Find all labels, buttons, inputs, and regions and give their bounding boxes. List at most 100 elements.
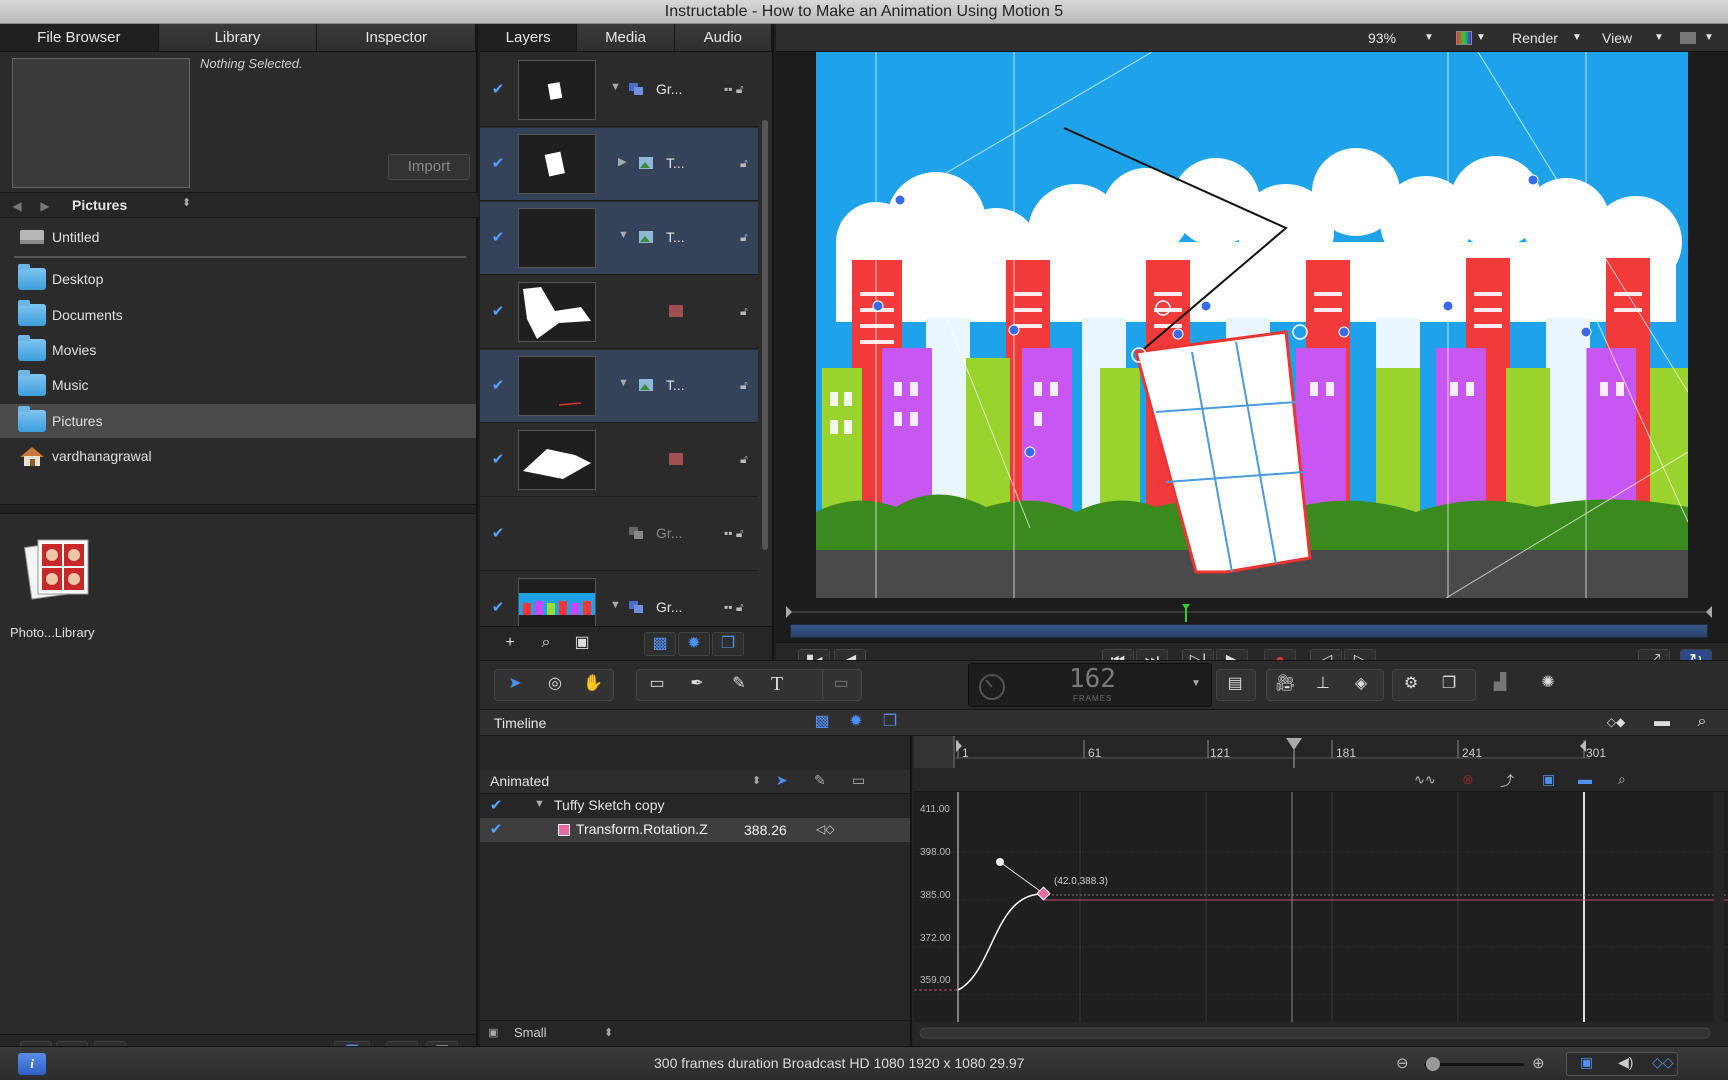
zoom-icon[interactable]: ⌕ <box>1618 771 1626 788</box>
render-menu[interactable]: Render <box>1512 30 1558 46</box>
disclosure-triangle-icon[interactable]: ▶ <box>618 155 626 168</box>
render-menu-arrow-icon[interactable]: ▼ <box>1572 32 1582 43</box>
pan-hand-icon[interactable]: ✋ <box>577 673 609 697</box>
behaviors-gear-icon[interactable]: ⚙ <box>1395 673 1427 697</box>
generator-icon[interactable]: ◈ <box>1345 673 1377 697</box>
lock-icon[interactable]: ▪▪ 🔓︎ <box>724 526 744 541</box>
disclosure-triangle-icon[interactable]: ▼ <box>618 377 629 389</box>
sidebar-item-home[interactable]: vardhanagrawal <box>0 439 476 473</box>
animation-frame[interactable] <box>816 52 1688 598</box>
tab-file-browser[interactable]: File Browser <box>0 24 159 51</box>
canvas-viewport[interactable] <box>816 52 1688 598</box>
3d-transform-icon[interactable]: ◎ <box>539 673 571 697</box>
layer-enable-checkbox[interactable]: ✔ <box>490 230 506 246</box>
import-button[interactable]: Import <box>388 154 470 180</box>
lock-icon[interactable]: 🔓︎ <box>740 156 748 171</box>
sidebar-item-untitled[interactable]: Untitled <box>0 220 476 254</box>
snap-icon[interactable]: ▬ <box>1646 711 1678 735</box>
particles-icon[interactable]: ✺ <box>1532 672 1564 696</box>
layer-enable-checkbox[interactable]: ✔ <box>490 452 506 468</box>
layers-scrollbar[interactable] <box>762 120 768 550</box>
path-popup-label[interactable]: Pictures <box>72 197 127 213</box>
snapshot-icon[interactable]: ▣ <box>1542 771 1555 788</box>
layer-row[interactable]: ✔ ▼ Gr... ▪▪ 🔓︎ <box>480 572 758 630</box>
layer-row[interactable]: ✔ Gr... ▪▪ 🔓︎ <box>480 498 758 571</box>
layer-row[interactable]: ✔ ▼ T... 🔓︎ <box>480 202 758 275</box>
filters-filter-icon[interactable]: ❐ <box>712 632 744 656</box>
size-popup-arrows-icon[interactable]: ⬍ <box>604 1026 613 1039</box>
bezier-pen-icon[interactable]: ✒ <box>681 673 713 697</box>
sidebar-item-desktop[interactable]: Desktop <box>0 262 476 296</box>
back-arrow-icon[interactable]: ◀ <box>8 197 26 215</box>
thumbnail-size-icon[interactable]: ▣ <box>488 1026 498 1039</box>
layer-enable-checkbox[interactable]: ✔ <box>490 82 506 98</box>
add-layer-icon[interactable]: + <box>494 632 526 656</box>
channels-popup-arrow-icon[interactable]: ▼ <box>1476 32 1486 43</box>
fit-curves-icon[interactable]: ▬ <box>1578 771 1592 787</box>
tab-layers[interactable]: Layers <box>480 24 578 51</box>
layer-row[interactable]: ✔ ▼ T... 🔓︎ <box>480 350 758 423</box>
color-channels-icon[interactable] <box>1456 31 1472 45</box>
behaviors-filter-icon[interactable]: ✹ <box>678 632 710 656</box>
text-tool-icon[interactable]: T <box>761 673 793 697</box>
info-icon[interactable]: i <box>18 1053 46 1075</box>
layer-enable-checkbox[interactable]: ✔ <box>490 378 506 394</box>
layer-row[interactable]: ✔ ▼ Gr... ▪▪ 🔓︎ <box>480 54 758 127</box>
pencil-icon[interactable]: ✎ <box>814 772 826 789</box>
disclosure-triangle-icon[interactable]: ▼ <box>618 229 629 241</box>
sidebar-item-pictures[interactable]: Pictures <box>0 404 476 438</box>
curve-track-row[interactable]: ✔ ▼ Tuffy Sketch copy <box>480 794 910 818</box>
tab-media[interactable]: Media <box>577 24 675 51</box>
keyframe-editor-icon[interactable]: ◇◇ <box>1652 1054 1674 1071</box>
curve-graph[interactable] <box>914 792 1728 1046</box>
layer-row[interactable]: ✔ 🔓︎ <box>480 276 758 349</box>
preview-toggle-icon[interactable]: ▣ <box>566 632 598 656</box>
light-icon[interactable]: ⊥ <box>1307 673 1339 697</box>
lock-icon[interactable]: 🔓︎ <box>740 378 748 393</box>
sidebar-item-movies[interactable]: Movies <box>0 333 476 367</box>
frame-format-popup-arrow-icon[interactable]: ▼ <box>1191 678 1201 689</box>
pane-splitter[interactable] <box>0 504 476 514</box>
video-timeline-icon[interactable]: ▣ <box>1580 1054 1593 1071</box>
layer-enable-checkbox[interactable]: ✔ <box>490 156 506 172</box>
zoom-icon[interactable]: ⌕ <box>1686 711 1718 735</box>
filters-filter-icon[interactable]: ❐ <box>874 711 906 735</box>
audio-timeline-icon[interactable]: ◀) <box>1618 1054 1633 1071</box>
select-arrow-icon[interactable]: ➤ <box>499 673 531 697</box>
mask-filter-icon[interactable]: ▩ <box>806 711 838 735</box>
curve-track-row[interactable]: ✔ Transform.Rotation.Z 388.26 ◁◇ <box>480 818 910 842</box>
lock-icon[interactable]: 🔓︎ <box>740 230 748 245</box>
forward-arrow-icon[interactable]: ▶ <box>36 197 54 215</box>
zoom-in-icon[interactable]: ⊕ <box>1532 1054 1545 1072</box>
curve-editor[interactable]: ∿∿ ⊗ ⤴ ▣ ▬ ⌕ 411.00 398.00 385.00 372.00… <box>914 768 1728 1046</box>
curve-filter-arrows-icon[interactable]: ⬍ <box>752 774 761 787</box>
zoom-popup-arrow-icon[interactable]: ▼ <box>1424 32 1434 43</box>
mask-filter-icon[interactable]: ▩ <box>644 632 676 656</box>
camera-icon[interactable]: 🎥︎ <box>1269 673 1301 697</box>
make-clone-icon[interactable]: ▟ <box>1484 672 1516 696</box>
disclosure-triangle-icon[interactable]: ▼ <box>610 81 621 93</box>
disclosure-triangle-icon[interactable]: ▼ <box>534 798 545 810</box>
mini-timeline-bar[interactable] <box>790 624 1708 638</box>
sidebar-item-documents[interactable]: Documents <box>0 298 476 332</box>
curve-filter-popup[interactable]: Animated <box>490 773 549 789</box>
filters-icon[interactable]: ❐ <box>1433 673 1465 697</box>
mini-timeline-ruler[interactable] <box>786 602 1712 622</box>
layer-row[interactable]: ✔ ▶ T... 🔓︎ <box>480 128 758 201</box>
track-value[interactable]: 388.26 <box>744 822 787 838</box>
tab-audio[interactable]: Audio <box>675 24 772 51</box>
track-enable-checkbox[interactable]: ✔ <box>488 798 504 814</box>
photo-library-icon[interactable] <box>24 534 94 604</box>
project-properties-icon[interactable]: ▤ <box>1219 673 1251 697</box>
keyframe-nav-icon[interactable]: ◇◆ <box>1600 711 1632 735</box>
zoom-slider-thumb[interactable] <box>1426 1057 1440 1071</box>
layer-enable-checkbox[interactable]: ✔ <box>490 600 506 616</box>
keyframe-nav-icon[interactable]: ◁◇ <box>816 822 834 836</box>
layer-enable-checkbox[interactable]: ✔ <box>490 304 506 320</box>
mask-tool-icon[interactable]: ▭ <box>825 673 857 697</box>
box-select-icon[interactable]: ▭ <box>852 772 865 789</box>
lock-icon[interactable]: 🔓︎ <box>740 452 748 467</box>
zoom-popup[interactable]: 93% <box>1368 30 1396 46</box>
search-icon[interactable]: ⌕ <box>530 632 562 656</box>
select-arrow-icon[interactable]: ➤ <box>776 772 788 789</box>
